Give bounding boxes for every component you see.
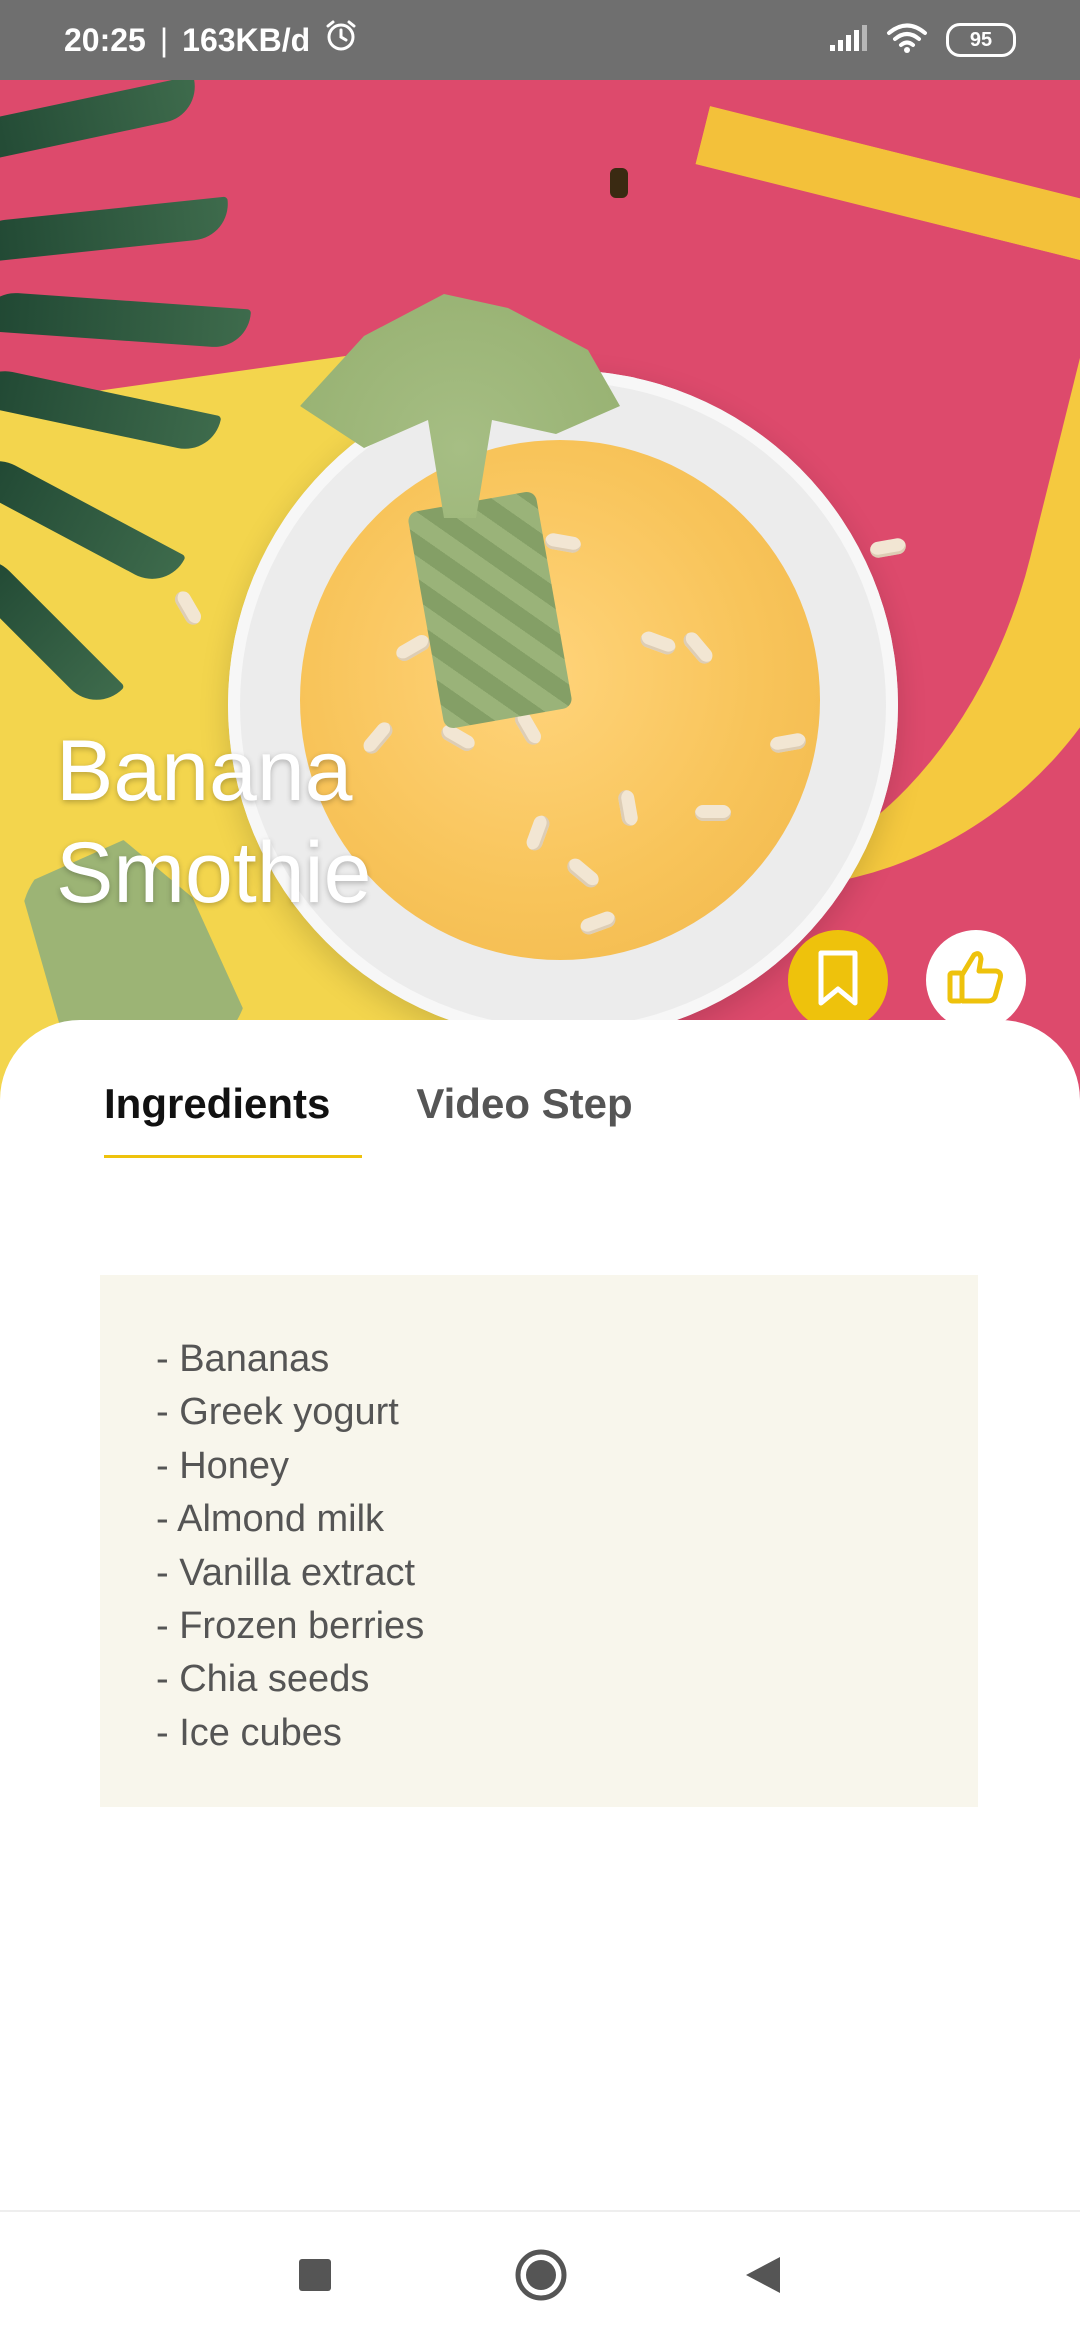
hero-decor-grain [695, 805, 731, 821]
tab-ingredients[interactable]: Ingredients [104, 1080, 363, 1158]
hero-image: Banana Smothie [0, 80, 1080, 1100]
navigation-bar [0, 2210, 1080, 2342]
recent-apps-icon [298, 2258, 332, 2297]
battery-icon: 95 [946, 23, 1016, 57]
ingredient-item: - Frozen berries [156, 1605, 425, 1648]
recent-apps-button[interactable] [280, 2242, 350, 2312]
status-time: 20:25 [64, 21, 146, 58]
alarm-icon [324, 19, 358, 61]
ingredient-item: - Chia seeds [156, 1658, 370, 1701]
thumbs-up-icon [946, 949, 1006, 1012]
bookmark-button[interactable] [788, 930, 888, 1030]
ingredient-item: - Bananas [156, 1338, 330, 1380]
ingredient-item: - Vanilla extract [156, 1551, 416, 1594]
ingredient-item: - Greek yogurt [156, 1391, 399, 1434]
recipe-title-line2: Smothie [56, 825, 372, 921]
ingredients-list: - Bananas - Greek yogurt - Honey - Almon… [100, 1275, 978, 1760]
tab-video-step[interactable]: Video Step [416, 1080, 632, 1158]
recipe-title-line1: Banana [56, 723, 353, 819]
back-button[interactable] [728, 2242, 798, 2312]
signal-icon [828, 23, 868, 58]
home-icon [515, 2249, 567, 2306]
status-data-rate: 163KB/d [182, 21, 311, 58]
content-sheet: Ingredients Video Step - Bananas - Greek… [0, 1020, 1080, 2210]
hero-decor-banana-tip [610, 168, 628, 198]
tab-bar: Ingredients Video Step [104, 1080, 633, 1158]
bookmark-icon [815, 949, 861, 1012]
status-right: 95 [828, 0, 1016, 80]
hero-decor-leaf [0, 290, 252, 350]
status-bar: 20:25 | 163KB/d 95 [0, 0, 1080, 80]
home-button[interactable] [506, 2242, 576, 2312]
wifi-icon [886, 22, 928, 59]
back-icon [744, 2255, 782, 2300]
hero-decor-leaf [0, 80, 202, 165]
ingredients-card: - Bananas - Greek yogurt - Honey - Almon… [100, 1275, 978, 1807]
status-left: 20:25 | 163KB/d [64, 0, 358, 80]
ingredient-item: - Ice cubes [156, 1711, 342, 1754]
ingredient-item: - Almond milk [156, 1498, 385, 1541]
recipe-title: Banana Smothie [56, 720, 372, 924]
status-separator: | [159, 21, 169, 58]
battery-level: 95 [969, 28, 993, 51]
ingredient-item: - Honey [156, 1444, 290, 1487]
like-button[interactable] [926, 930, 1026, 1030]
hero-decor-leaf [0, 196, 232, 264]
